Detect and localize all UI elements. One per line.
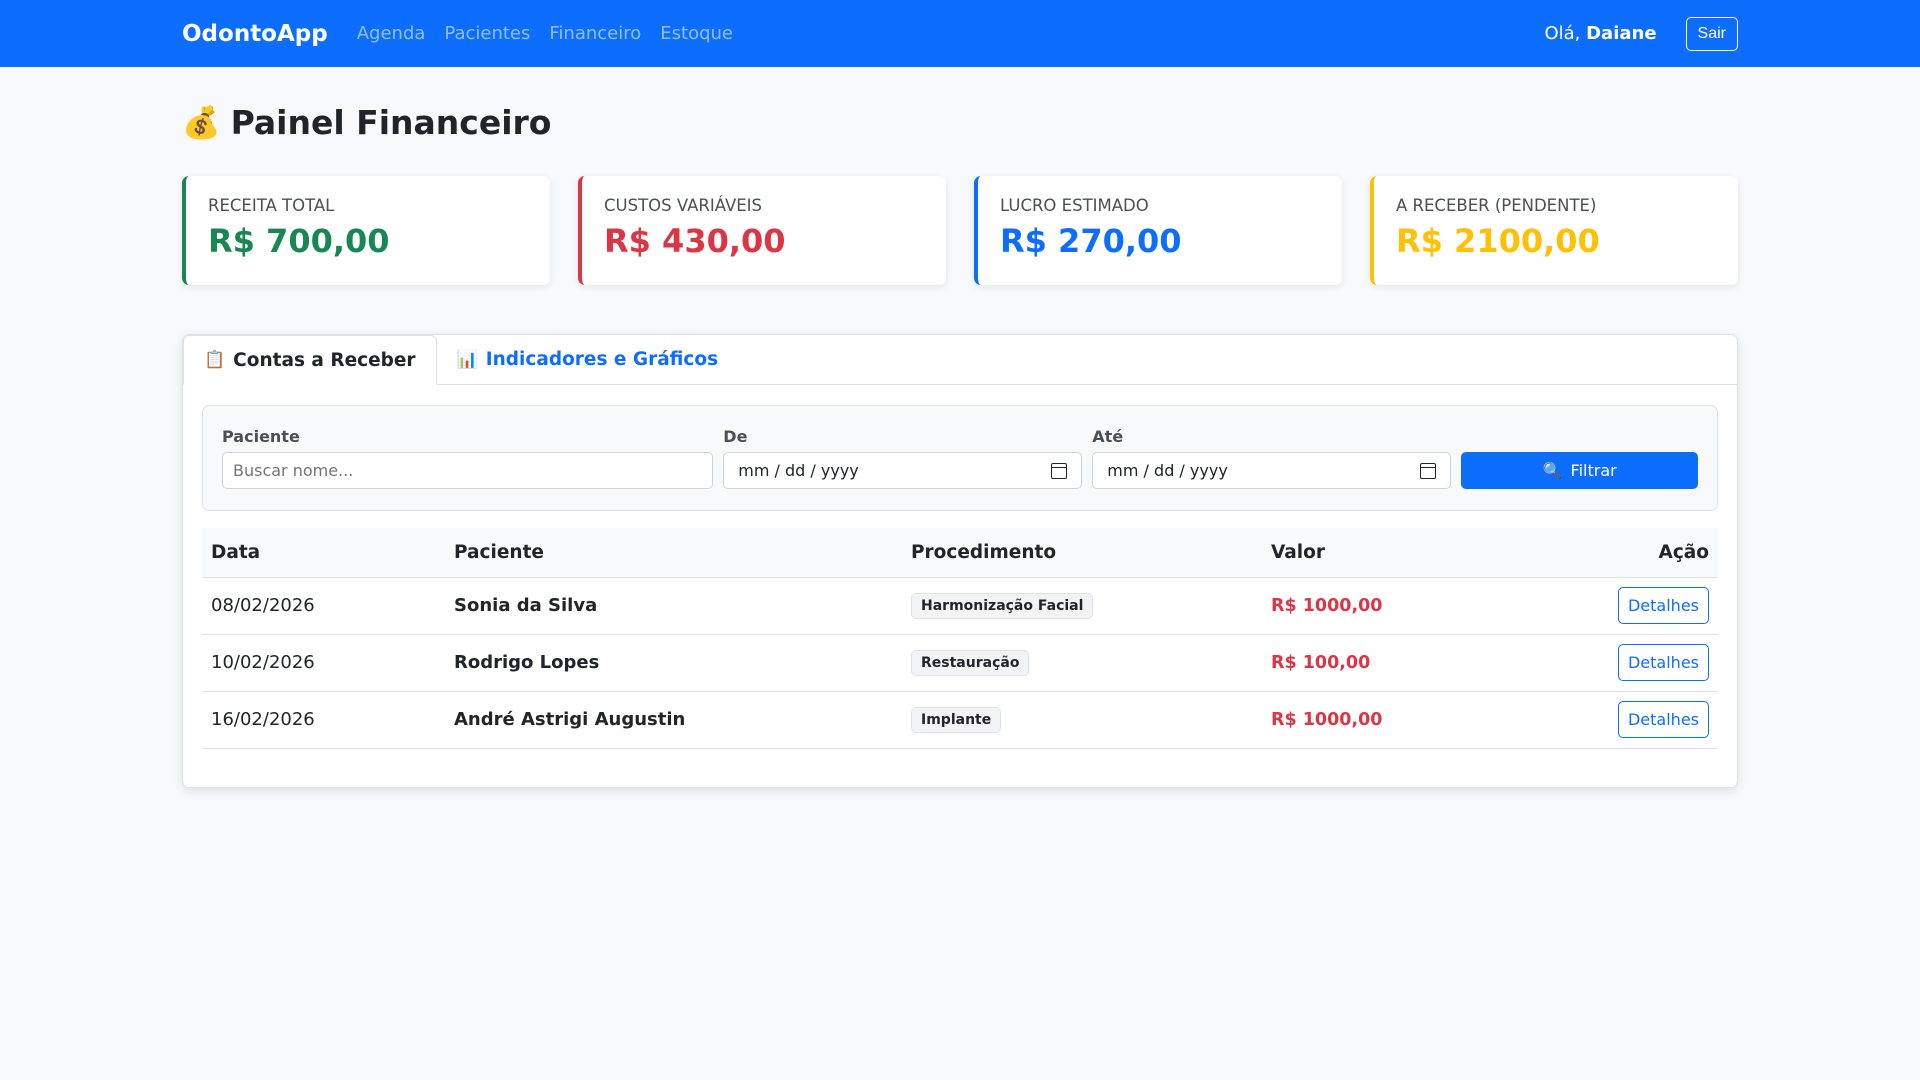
row-action-cell: Detalhes <box>1509 691 1718 749</box>
card-lucro-estimado: Lucro Estimado R$ 270,00 <box>974 176 1342 285</box>
col-header-data: Data <box>202 528 445 578</box>
table-row: 10/02/2026 Rodrigo Lopes Restauração R$ … <box>202 634 1718 692</box>
card-receita-total: Receita Total R$ 700,00 <box>182 176 550 285</box>
user-name: Daiane <box>1586 23 1657 44</box>
nav-links: Agenda Pacientes Financeiro Estoque <box>357 23 733 44</box>
card-custos-variaveis: Custos Variáveis R$ 430,00 <box>578 176 946 285</box>
row-patient: André Astrigi Augustin <box>445 691 902 749</box>
row-procedure-cell: Implante <box>902 691 1262 749</box>
card-label: Receita Total <box>208 196 335 215</box>
procedure-badge: Implante <box>911 706 1002 733</box>
card-value: R$ 430,00 <box>604 222 786 260</box>
page-title: 💰 Painel Financeiro <box>182 92 1738 153</box>
patient-search-input[interactable] <box>222 452 714 489</box>
calendar-icon[interactable] <box>1420 462 1437 479</box>
clipboard-icon: 📋 <box>204 350 226 370</box>
row-date: 16/02/2026 <box>202 691 445 749</box>
nav-link-pacientes[interactable]: Pacientes <box>444 23 530 44</box>
money-bag-icon: 💰 <box>182 105 221 141</box>
card-value: R$ 2100,00 <box>1396 222 1600 260</box>
details-button[interactable]: Detalhes <box>1617 701 1709 738</box>
panel-tabs: 📋 Contas a Receber 📊 Indicadores e Gráfi… <box>183 335 1737 385</box>
bar-chart-icon: 📊 <box>456 349 478 370</box>
row-value: R$ 1000,00 <box>1262 691 1510 749</box>
to-date-input[interactable]: mm / dd / yyyy <box>1092 452 1452 489</box>
card-value: R$ 270,00 <box>1000 222 1182 260</box>
procedure-badge: Harmonização Facial <box>911 592 1094 619</box>
nav-link-estoque[interactable]: Estoque <box>660 23 733 44</box>
col-header-paciente: Paciente <box>445 528 902 578</box>
row-date: 08/02/2026 <box>202 577 445 635</box>
from-date-group: De mm / dd / yyyy <box>723 427 1083 489</box>
details-button[interactable]: Detalhes <box>1617 644 1709 681</box>
search-icon: 🔍 <box>1542 461 1563 480</box>
to-date-group: Até mm / dd / yyyy <box>1092 427 1452 489</box>
row-value: R$ 100,00 <box>1262 634 1510 692</box>
nav-user-area: Olá, Daiane Sair <box>1544 16 1738 51</box>
tab-label: Indicadores e Gráficos <box>485 349 719 370</box>
brand-logo[interactable]: OdontoApp <box>182 21 328 47</box>
col-header-procedimento: Procedimento <box>902 528 1262 578</box>
row-action-cell: Detalhes <box>1509 634 1718 692</box>
row-value: R$ 1000,00 <box>1262 577 1510 635</box>
row-patient: Rodrigo Lopes <box>445 634 902 692</box>
tab-label: Contas a Receber <box>233 349 416 371</box>
to-date-label: Até <box>1092 427 1124 446</box>
user-greeting: Olá, Daiane <box>1544 23 1656 44</box>
card-label: Lucro Estimado <box>1000 196 1149 215</box>
tab-content: Paciente De mm / dd / yyyy Até mm / dd /… <box>183 385 1737 769</box>
receivables-table: Data Paciente Procedimento Valor Ação 08… <box>202 528 1718 749</box>
nav-link-agenda[interactable]: Agenda <box>357 23 426 44</box>
table-header-row: Data Paciente Procedimento Valor Ação <box>202 528 1718 578</box>
card-value: R$ 700,00 <box>208 222 390 260</box>
col-header-valor: Valor <box>1262 528 1510 578</box>
from-date-value: mm / dd / yyyy <box>738 461 859 480</box>
calendar-icon[interactable] <box>1051 462 1068 479</box>
page-title-text: Painel Financeiro <box>230 103 552 142</box>
greeting-prefix: Olá, <box>1544 23 1587 44</box>
top-navbar: OdontoApp Agenda Pacientes Financeiro Es… <box>0 0 1920 67</box>
tab-contas-a-receber[interactable]: 📋 Contas a Receber <box>183 335 437 385</box>
from-date-label: De <box>723 427 748 446</box>
row-patient: Sonia da Silva <box>445 577 902 635</box>
filter-form: Paciente De mm / dd / yyyy Até mm / dd /… <box>202 405 1718 511</box>
tab-indicadores-graficos[interactable]: 📊 Indicadores e Gráficos <box>437 335 739 384</box>
row-action-cell: Detalhes <box>1509 577 1718 635</box>
main-content: 💰 Painel Financeiro Receita Total R$ 700… <box>0 92 1920 788</box>
patient-filter-group: Paciente <box>222 427 714 489</box>
details-button[interactable]: Detalhes <box>1617 587 1709 624</box>
table-row: 16/02/2026 André Astrigi Augustin Implan… <box>202 691 1718 749</box>
procedure-badge: Restauração <box>911 649 1030 676</box>
row-procedure-cell: Restauração <box>902 634 1262 692</box>
to-date-value: mm / dd / yyyy <box>1107 461 1228 480</box>
card-label: A Receber (Pendente) <box>1396 196 1597 215</box>
nav-link-financeiro[interactable]: Financeiro <box>549 23 641 44</box>
summary-cards: Receita Total R$ 700,00 Custos Variáveis… <box>182 176 1738 285</box>
financial-panel: 📋 Contas a Receber 📊 Indicadores e Gráfi… <box>182 334 1738 788</box>
col-header-acao: Ação <box>1509 528 1718 578</box>
card-a-receber: A Receber (Pendente) R$ 2100,00 <box>1370 176 1738 285</box>
patient-filter-label: Paciente <box>222 427 300 446</box>
table-row: 08/02/2026 Sonia da Silva Harmonização F… <box>202 577 1718 635</box>
row-date: 10/02/2026 <box>202 634 445 692</box>
from-date-input[interactable]: mm / dd / yyyy <box>723 452 1083 489</box>
filter-button-label: Filtrar <box>1570 461 1617 480</box>
filter-button[interactable]: 🔍 Filtrar <box>1461 452 1698 489</box>
logout-button[interactable]: Sair <box>1685 16 1738 51</box>
row-procedure-cell: Harmonização Facial <box>902 577 1262 635</box>
card-label: Custos Variáveis <box>604 196 762 215</box>
